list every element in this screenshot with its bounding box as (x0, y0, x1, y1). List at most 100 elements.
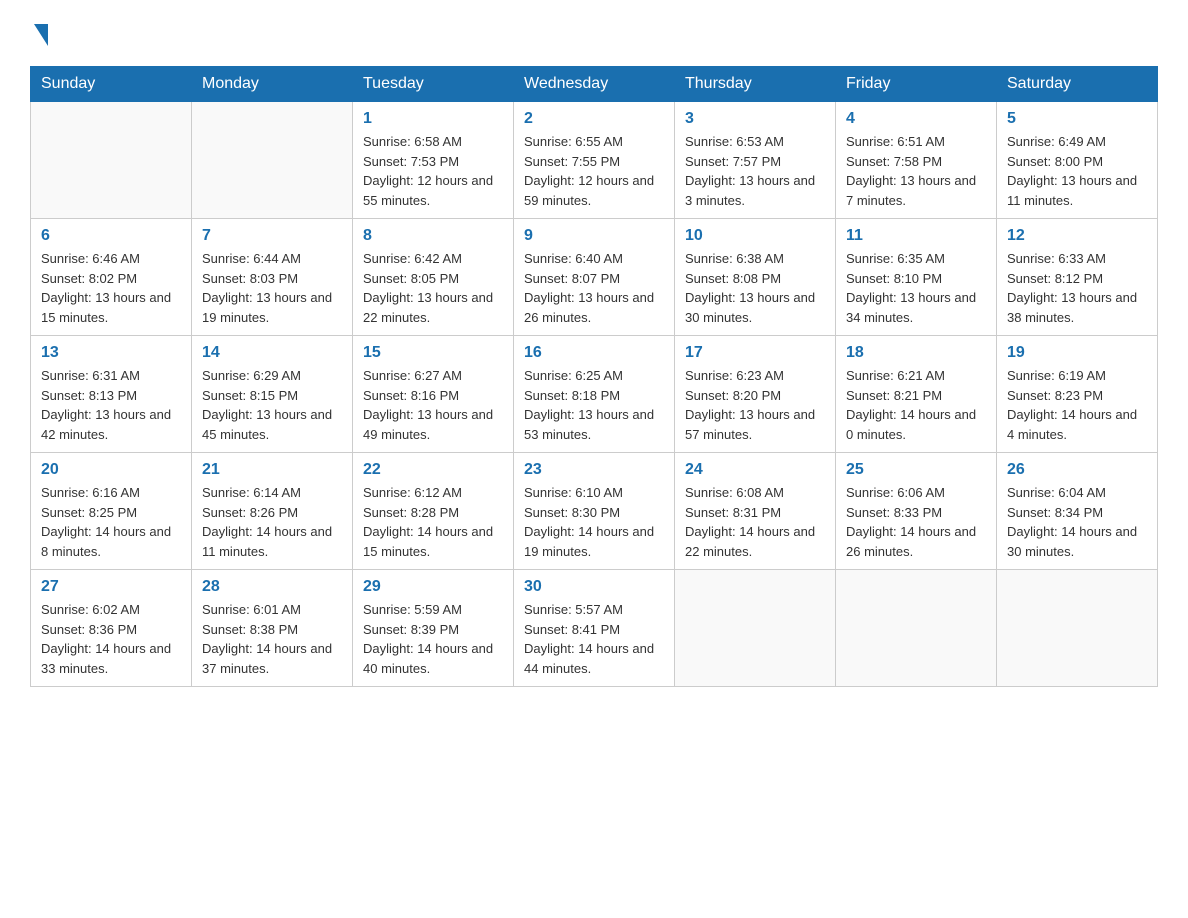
week-row-5: 27 Sunrise: 6:02 AMSunset: 8:36 PMDayligh… (31, 570, 1158, 687)
calendar-cell (836, 570, 997, 687)
weekday-header-tuesday: Tuesday (353, 67, 514, 102)
day-info: Sunrise: 6:23 AMSunset: 8:20 PMDaylight:… (685, 366, 825, 444)
calendar-cell (675, 570, 836, 687)
day-number: 17 (685, 344, 825, 362)
page-header (30, 20, 1158, 46)
day-info: Sunrise: 6:40 AMSunset: 8:07 PMDaylight:… (524, 249, 664, 327)
day-number: 10 (685, 227, 825, 245)
day-info: Sunrise: 6:58 AMSunset: 7:53 PMDaylight:… (363, 132, 503, 210)
day-number: 8 (363, 227, 503, 245)
weekday-header-row: SundayMondayTuesdayWednesdayThursdayFrid… (31, 67, 1158, 102)
day-info: Sunrise: 5:57 AMSunset: 8:41 PMDaylight:… (524, 600, 664, 678)
day-info: Sunrise: 6:38 AMSunset: 8:08 PMDaylight:… (685, 249, 825, 327)
day-number: 1 (363, 110, 503, 128)
logo-arrow-icon (34, 24, 48, 46)
day-number: 15 (363, 344, 503, 362)
calendar-cell: 23 Sunrise: 6:10 AMSunset: 8:30 PMDayligh… (514, 453, 675, 570)
day-number: 19 (1007, 344, 1147, 362)
day-number: 18 (846, 344, 986, 362)
day-number: 29 (363, 578, 503, 596)
calendar-cell: 16 Sunrise: 6:25 AMSunset: 8:18 PMDayligh… (514, 336, 675, 453)
week-row-3: 13Sunrise: 6:31 AMSunset: 8:13 PMDayligh… (31, 336, 1158, 453)
calendar-cell (192, 102, 353, 219)
calendar-cell: 27 Sunrise: 6:02 AMSunset: 8:36 PMDayligh… (31, 570, 192, 687)
day-info: Sunrise: 6:02 AMSunset: 8:36 PMDaylight:… (41, 600, 181, 678)
day-number: 16 (524, 344, 664, 362)
day-info: Sunrise: 6:08 AMSunset: 8:31 PMDaylight:… (685, 483, 825, 561)
week-row-1: 1 Sunrise: 6:58 AMSunset: 7:53 PMDaylight… (31, 102, 1158, 219)
weekday-header-sunday: Sunday (31, 67, 192, 102)
day-number: 11 (846, 227, 986, 245)
day-info: Sunrise: 6:53 AMSunset: 7:57 PMDaylight:… (685, 132, 825, 210)
calendar-cell: 28Sunrise: 6:01 AMSunset: 8:38 PMDayligh… (192, 570, 353, 687)
calendar-cell: 6 Sunrise: 6:46 AMSunset: 8:02 PMDaylight… (31, 219, 192, 336)
day-number: 12 (1007, 227, 1147, 245)
calendar-cell: 2 Sunrise: 6:55 AMSunset: 7:55 PMDaylight… (514, 102, 675, 219)
day-info: Sunrise: 6:14 AMSunset: 8:26 PMDaylight:… (202, 483, 342, 561)
weekday-header-friday: Friday (836, 67, 997, 102)
week-row-4: 20Sunrise: 6:16 AMSunset: 8:25 PMDayligh… (31, 453, 1158, 570)
day-number: 26 (1007, 461, 1147, 479)
day-info: Sunrise: 6:19 AMSunset: 8:23 PMDaylight:… (1007, 366, 1147, 444)
calendar-cell: 21Sunrise: 6:14 AMSunset: 8:26 PMDayligh… (192, 453, 353, 570)
calendar-cell: 10 Sunrise: 6:38 AMSunset: 8:08 PMDayligh… (675, 219, 836, 336)
day-info: Sunrise: 6:51 AMSunset: 7:58 PMDaylight:… (846, 132, 986, 210)
calendar-cell: 12 Sunrise: 6:33 AMSunset: 8:12 PMDayligh… (997, 219, 1158, 336)
weekday-header-monday: Monday (192, 67, 353, 102)
day-info: Sunrise: 5:59 AMSunset: 8:39 PMDaylight:… (363, 600, 503, 678)
calendar-cell: 18 Sunrise: 6:21 AMSunset: 8:21 PMDayligh… (836, 336, 997, 453)
day-number: 25 (846, 461, 986, 479)
calendar-cell: 20Sunrise: 6:16 AMSunset: 8:25 PMDayligh… (31, 453, 192, 570)
day-info: Sunrise: 6:01 AMSunset: 8:38 PMDaylight:… (202, 600, 342, 678)
calendar-cell: 29 Sunrise: 5:59 AMSunset: 8:39 PMDayligh… (353, 570, 514, 687)
calendar-cell: 30 Sunrise: 5:57 AMSunset: 8:41 PMDayligh… (514, 570, 675, 687)
day-info: Sunrise: 6:16 AMSunset: 8:25 PMDaylight:… (41, 483, 181, 561)
calendar-cell (31, 102, 192, 219)
calendar-cell: 13Sunrise: 6:31 AMSunset: 8:13 PMDayligh… (31, 336, 192, 453)
calendar-cell: 24 Sunrise: 6:08 AMSunset: 8:31 PMDayligh… (675, 453, 836, 570)
day-info: Sunrise: 6:06 AMSunset: 8:33 PMDaylight:… (846, 483, 986, 561)
calendar-cell: 1 Sunrise: 6:58 AMSunset: 7:53 PMDaylight… (353, 102, 514, 219)
day-number: 22 (363, 461, 503, 479)
calendar-cell: 26 Sunrise: 6:04 AMSunset: 8:34 PMDayligh… (997, 453, 1158, 570)
day-number: 24 (685, 461, 825, 479)
calendar-cell: 7Sunrise: 6:44 AMSunset: 8:03 PMDaylight… (192, 219, 353, 336)
day-info: Sunrise: 6:25 AMSunset: 8:18 PMDaylight:… (524, 366, 664, 444)
day-number: 30 (524, 578, 664, 596)
day-info: Sunrise: 6:12 AMSunset: 8:28 PMDaylight:… (363, 483, 503, 561)
day-number: 6 (41, 227, 181, 245)
day-number: 23 (524, 461, 664, 479)
day-number: 9 (524, 227, 664, 245)
week-row-2: 6 Sunrise: 6:46 AMSunset: 8:02 PMDaylight… (31, 219, 1158, 336)
calendar-cell: 3 Sunrise: 6:53 AMSunset: 7:57 PMDaylight… (675, 102, 836, 219)
day-info: Sunrise: 6:35 AMSunset: 8:10 PMDaylight:… (846, 249, 986, 327)
day-number: 3 (685, 110, 825, 128)
day-info: Sunrise: 6:21 AMSunset: 8:21 PMDaylight:… (846, 366, 986, 444)
calendar-cell: 17 Sunrise: 6:23 AMSunset: 8:20 PMDayligh… (675, 336, 836, 453)
calendar-cell: 4 Sunrise: 6:51 AMSunset: 7:58 PMDaylight… (836, 102, 997, 219)
weekday-header-thursday: Thursday (675, 67, 836, 102)
weekday-header-saturday: Saturday (997, 67, 1158, 102)
day-info: Sunrise: 6:46 AMSunset: 8:02 PMDaylight:… (41, 249, 181, 327)
day-info: Sunrise: 6:33 AMSunset: 8:12 PMDaylight:… (1007, 249, 1147, 327)
day-number: 27 (41, 578, 181, 596)
day-info: Sunrise: 6:55 AMSunset: 7:55 PMDaylight:… (524, 132, 664, 210)
calendar-cell: 25 Sunrise: 6:06 AMSunset: 8:33 PMDayligh… (836, 453, 997, 570)
day-info: Sunrise: 6:10 AMSunset: 8:30 PMDaylight:… (524, 483, 664, 561)
day-info: Sunrise: 6:31 AMSunset: 8:13 PMDaylight:… (41, 366, 181, 444)
day-info: Sunrise: 6:49 AMSunset: 8:00 PMDaylight:… (1007, 132, 1147, 210)
logo (30, 20, 48, 46)
calendar-table: SundayMondayTuesdayWednesdayThursdayFrid… (30, 66, 1158, 687)
calendar-cell: 9 Sunrise: 6:40 AMSunset: 8:07 PMDaylight… (514, 219, 675, 336)
calendar-cell: 19 Sunrise: 6:19 AMSunset: 8:23 PMDayligh… (997, 336, 1158, 453)
day-info: Sunrise: 6:04 AMSunset: 8:34 PMDaylight:… (1007, 483, 1147, 561)
calendar-cell: 5Sunrise: 6:49 AMSunset: 8:00 PMDaylight… (997, 102, 1158, 219)
calendar-cell: 11 Sunrise: 6:35 AMSunset: 8:10 PMDayligh… (836, 219, 997, 336)
day-number: 7 (202, 227, 342, 245)
calendar-cell: 15Sunrise: 6:27 AMSunset: 8:16 PMDayligh… (353, 336, 514, 453)
day-info: Sunrise: 6:42 AMSunset: 8:05 PMDaylight:… (363, 249, 503, 327)
calendar-cell: 14Sunrise: 6:29 AMSunset: 8:15 PMDayligh… (192, 336, 353, 453)
day-number: 2 (524, 110, 664, 128)
weekday-header-wednesday: Wednesday (514, 67, 675, 102)
day-number: 4 (846, 110, 986, 128)
